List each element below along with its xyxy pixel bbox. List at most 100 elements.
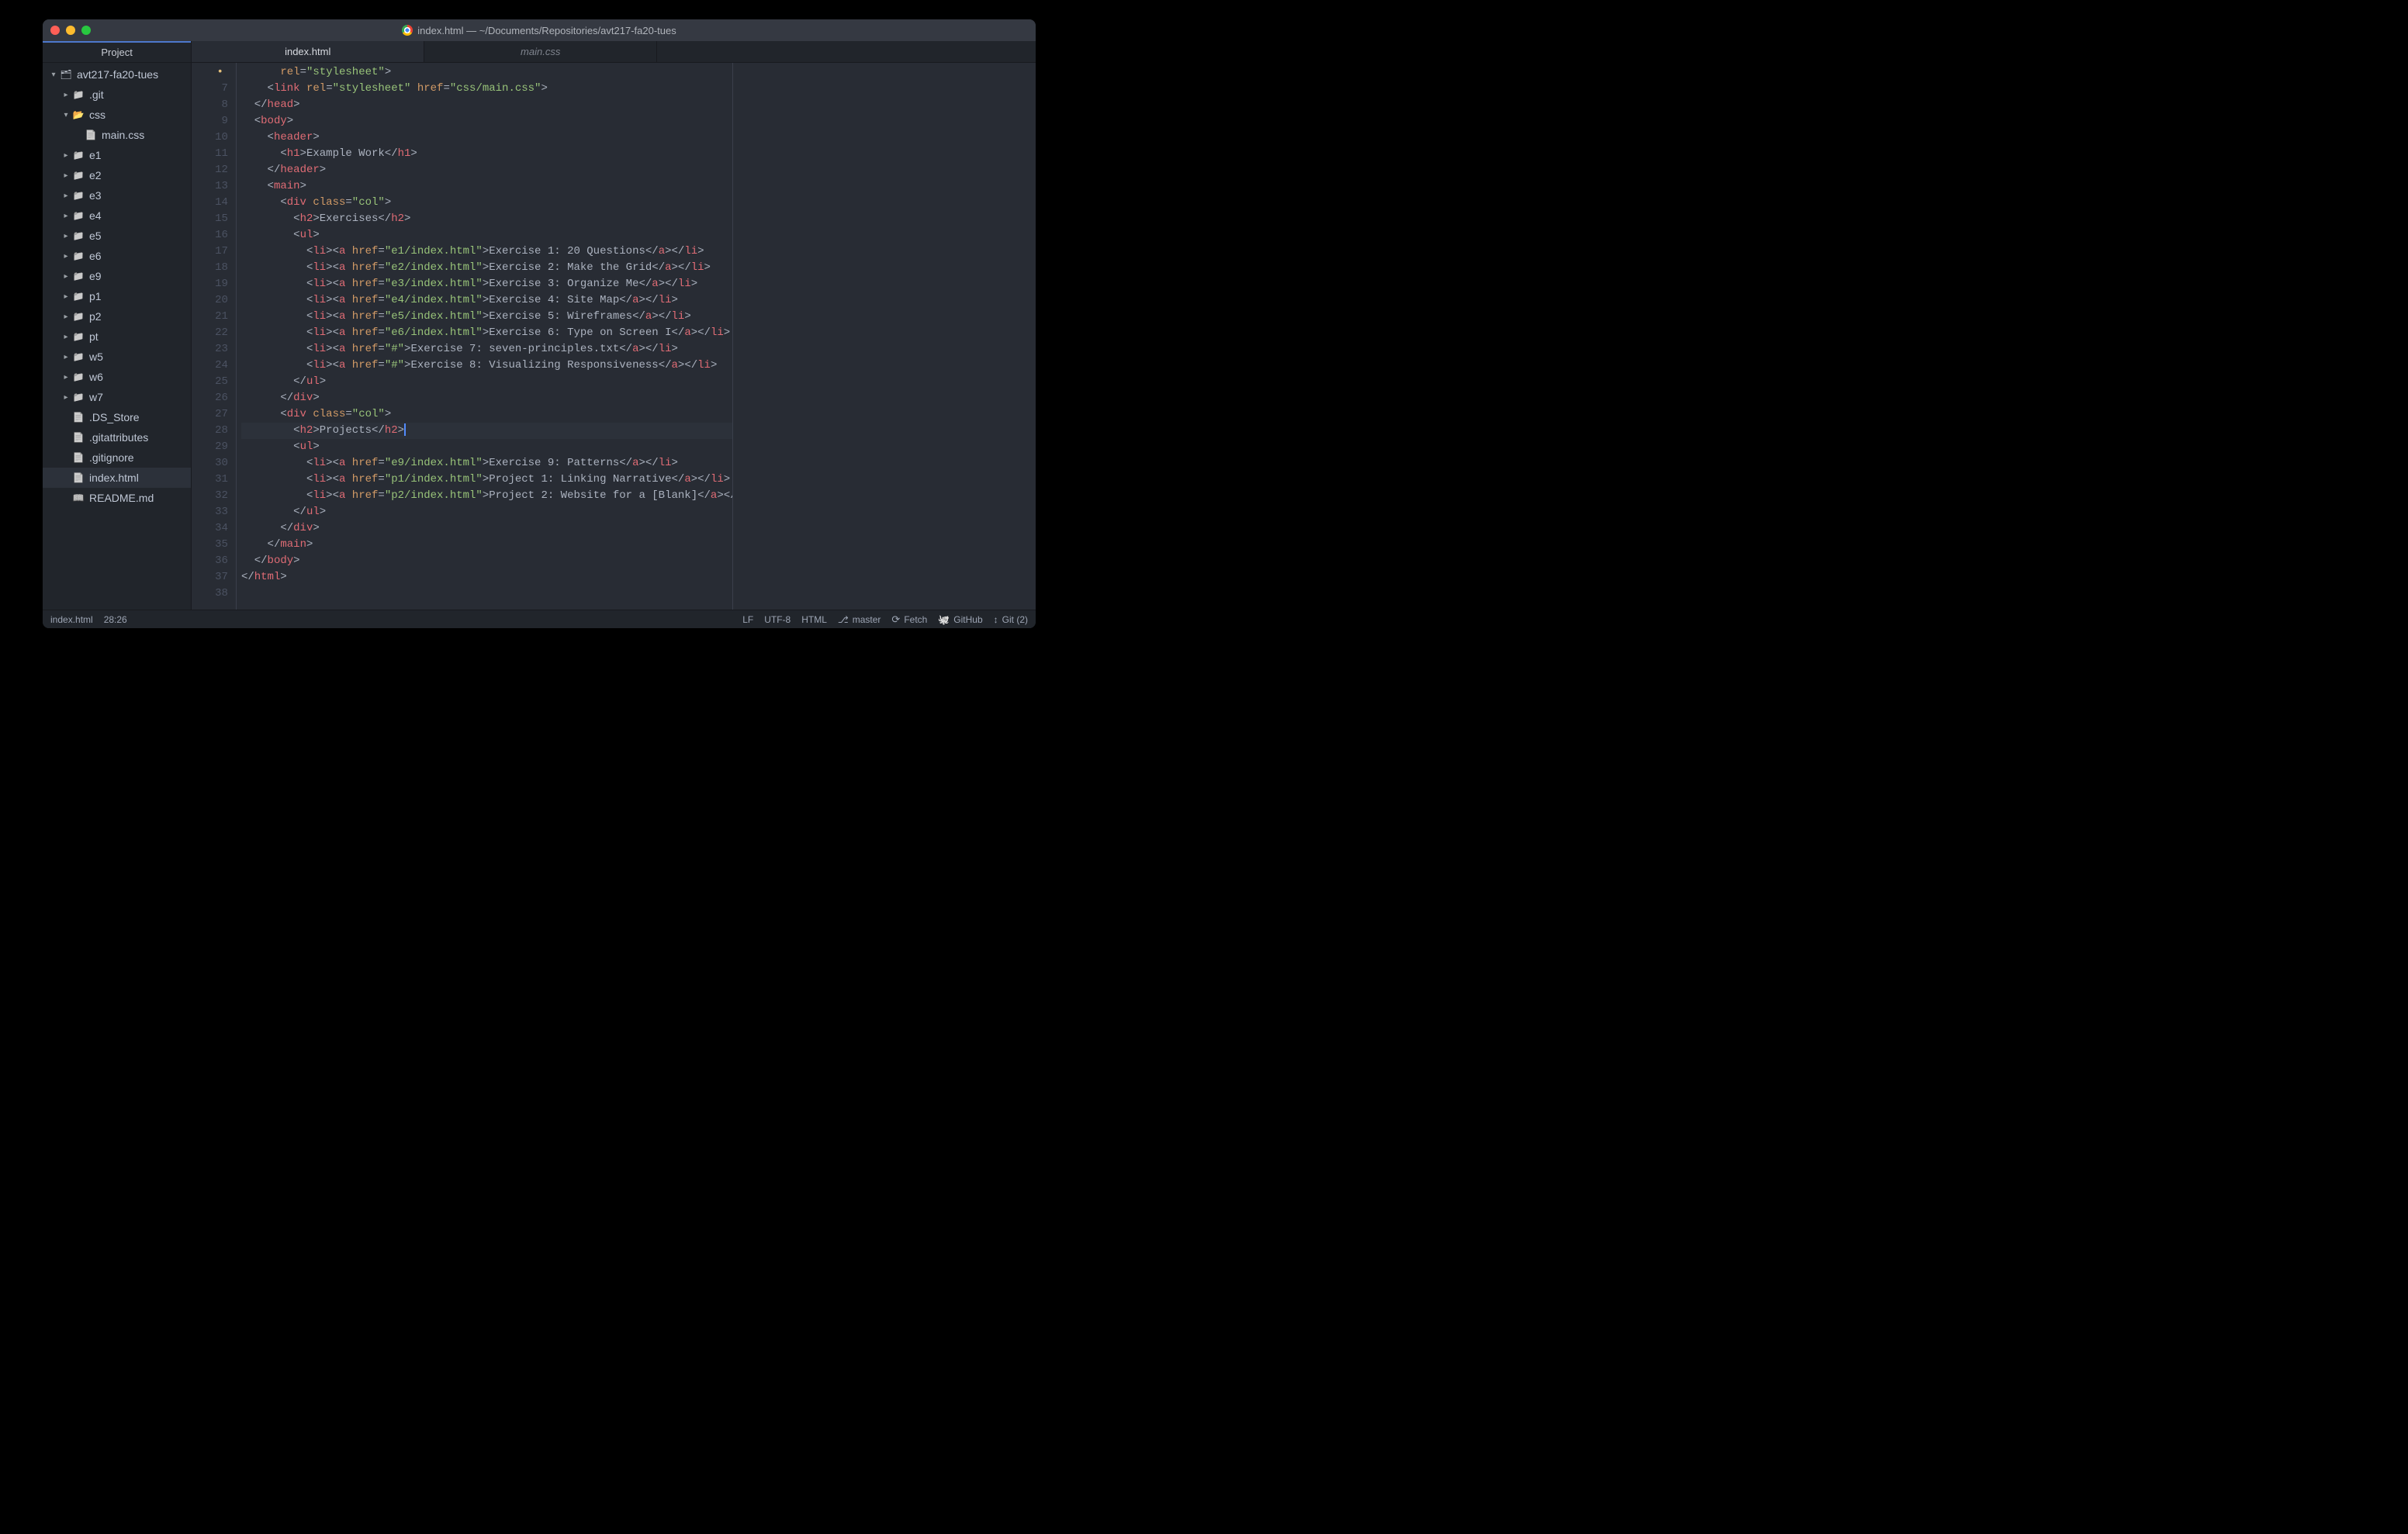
code-line[interactable]: <link rel="stylesheet" href="css/main.cs…	[241, 81, 732, 97]
line-number[interactable]: 16	[192, 227, 228, 244]
line-number[interactable]: 14	[192, 195, 228, 211]
sidebar-header[interactable]: Project	[43, 41, 191, 63]
line-number[interactable]: 30	[192, 455, 228, 472]
expand-icon[interactable]: ▸	[61, 292, 71, 301]
expand-icon[interactable]: ▸	[61, 232, 71, 240]
expand-icon[interactable]: ▸	[61, 151, 71, 160]
line-number[interactable]: 33	[192, 504, 228, 520]
tree-item-e3[interactable]: ▸e3	[43, 185, 191, 206]
line-number[interactable]: 18	[192, 260, 228, 276]
tree-item-e4[interactable]: ▸e4	[43, 206, 191, 226]
expand-icon[interactable]: ▸	[61, 393, 71, 402]
code-line[interactable]: <body>	[241, 113, 732, 130]
tree-item-pt[interactable]: ▸pt	[43, 326, 191, 347]
status-language[interactable]: HTML	[801, 614, 827, 625]
tree-item-e1[interactable]: ▸e1	[43, 145, 191, 165]
tree-item-e2[interactable]: ▸e2	[43, 165, 191, 185]
tree-item-w5[interactable]: ▸w5	[43, 347, 191, 367]
tree-item-index-html[interactable]: index.html	[43, 468, 191, 488]
line-number[interactable]: 15	[192, 211, 228, 227]
expand-icon[interactable]: ▸	[61, 272, 71, 281]
expand-icon[interactable]: ▸	[61, 91, 71, 99]
code-line[interactable]: <div class="col">	[241, 195, 732, 211]
line-number[interactable]: 22	[192, 325, 228, 341]
tree-item--ds-store[interactable]: .DS_Store	[43, 407, 191, 427]
code-line[interactable]: </div>	[241, 390, 732, 406]
minimize-icon[interactable]	[66, 26, 75, 35]
line-number[interactable]: 23	[192, 341, 228, 358]
line-number[interactable]: 28	[192, 423, 228, 439]
code-line[interactable]: </header>	[241, 162, 732, 178]
code-line[interactable]: <li><a href="e3/index.html">Exercise 3: …	[241, 276, 732, 292]
line-number[interactable]: 29	[192, 439, 228, 455]
line-number[interactable]: 36	[192, 553, 228, 569]
expand-icon[interactable]: ▸	[61, 313, 71, 321]
code-line[interactable]: <ul>	[241, 227, 732, 244]
expand-icon[interactable]: ▾	[61, 111, 71, 119]
tab-main-css[interactable]: main.css	[424, 41, 657, 62]
tree-item-p2[interactable]: ▸p2	[43, 306, 191, 326]
line-number[interactable]: 13	[192, 178, 228, 195]
line-number[interactable]: 27	[192, 406, 228, 423]
tree-item--git[interactable]: ▸.git	[43, 85, 191, 105]
code-line[interactable]: <header>	[241, 130, 732, 146]
tree-item-readme-md[interactable]: README.md	[43, 488, 191, 508]
code-line[interactable]: <li><a href="e5/index.html">Exercise 5: …	[241, 309, 732, 325]
line-number[interactable]: 38	[192, 586, 228, 602]
code-line[interactable]: <div class="col">	[241, 406, 732, 423]
line-number-gutter[interactable]: 7891011121314151617181920212223242526272…	[192, 63, 237, 610]
code-line[interactable]: <li><a href="e4/index.html">Exercise 4: …	[241, 292, 732, 309]
tree-item-p1[interactable]: ▸p1	[43, 286, 191, 306]
code-area[interactable]: rel="stylesheet"> <link rel="stylesheet"…	[237, 63, 733, 610]
tree-item-css[interactable]: ▾css	[43, 105, 191, 125]
status-encoding[interactable]: UTF-8	[764, 614, 791, 625]
line-number[interactable]: 26	[192, 390, 228, 406]
tree-item-e9[interactable]: ▸e9	[43, 266, 191, 286]
close-icon[interactable]	[50, 26, 60, 35]
code-line[interactable]	[241, 586, 732, 602]
code-line[interactable]: <li><a href="#">Exercise 7: seven-princi…	[241, 341, 732, 358]
line-number[interactable]	[192, 64, 228, 81]
code-line[interactable]: <li><a href="p1/index.html">Project 1: L…	[241, 472, 732, 488]
expand-icon[interactable]: ▸	[61, 192, 71, 200]
tree-item-w7[interactable]: ▸w7	[43, 387, 191, 407]
tree-item-avt217-fa20-tues[interactable]: ▾avt217-fa20-tues	[43, 64, 191, 85]
expand-icon[interactable]: ▸	[61, 333, 71, 341]
tree-item-e6[interactable]: ▸e6	[43, 246, 191, 266]
line-number[interactable]: 8	[192, 97, 228, 113]
line-number[interactable]: 32	[192, 488, 228, 504]
code-line[interactable]: <ul>	[241, 439, 732, 455]
expand-icon[interactable]: ▸	[61, 353, 71, 361]
line-number[interactable]: 11	[192, 146, 228, 162]
code-line[interactable]: <li><a href="e6/index.html">Exercise 6: …	[241, 325, 732, 341]
line-number[interactable]: 9	[192, 113, 228, 130]
line-number[interactable]: 17	[192, 244, 228, 260]
line-number[interactable]: 31	[192, 472, 228, 488]
code-line[interactable]: <h1>Example Work</h1>	[241, 146, 732, 162]
line-number[interactable]: 35	[192, 537, 228, 553]
line-number[interactable]: 12	[192, 162, 228, 178]
status-line-ending[interactable]: LF	[742, 614, 753, 625]
code-line[interactable]: <li><a href="e2/index.html">Exercise 2: …	[241, 260, 732, 276]
code-line[interactable]: <li><a href="e1/index.html">Exercise 1: …	[241, 244, 732, 260]
code-line[interactable]: <li><a href="p2/index.html">Project 2: W…	[241, 488, 732, 504]
tree-item--gitignore[interactable]: .gitignore	[43, 447, 191, 468]
tab-bar[interactable]: index.htmlmain.css	[192, 41, 1036, 63]
code-line[interactable]: <li><a href="#">Exercise 8: Visualizing …	[241, 358, 732, 374]
status-git-branch[interactable]: master	[838, 614, 881, 625]
code-line[interactable]: rel="stylesheet">	[241, 64, 732, 81]
line-number[interactable]: 19	[192, 276, 228, 292]
status-filename[interactable]: index.html	[50, 614, 93, 625]
titlebar[interactable]: index.html — ~/Documents/Repositories/av…	[43, 19, 1036, 41]
status-cursor-position[interactable]: 28:26	[104, 614, 127, 625]
zoom-icon[interactable]	[81, 26, 91, 35]
line-number[interactable]: 7	[192, 81, 228, 97]
code-line[interactable]: <h2>Exercises</h2>	[241, 211, 732, 227]
code-line[interactable]: </ul>	[241, 504, 732, 520]
line-number[interactable]: 21	[192, 309, 228, 325]
code-line[interactable]: </html>	[241, 569, 732, 586]
line-number[interactable]: 10	[192, 130, 228, 146]
line-number[interactable]: 24	[192, 358, 228, 374]
expand-icon[interactable]: ▸	[61, 212, 71, 220]
status-github[interactable]: GitHub	[938, 614, 982, 625]
